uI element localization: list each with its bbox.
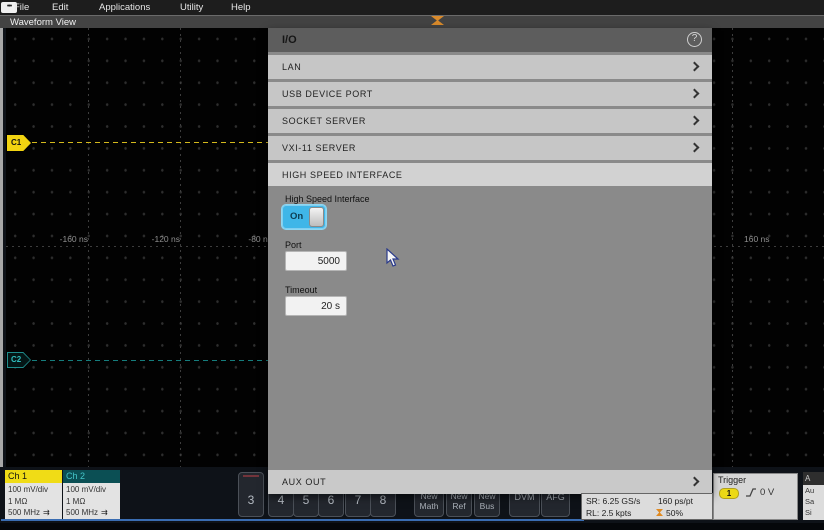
- channel-3-button[interactable]: 3: [238, 472, 264, 517]
- channel-1-marker-label: C1: [11, 135, 21, 151]
- help-icon[interactable]: ?: [687, 32, 702, 47]
- grid-line: [180, 28, 181, 467]
- menu-edit[interactable]: Edit: [52, 2, 68, 13]
- axis-tick-label: -160 ns: [46, 234, 88, 244]
- timeout-input[interactable]: 20 s: [285, 296, 347, 316]
- partial-panel-body: Au Sa Si: [803, 485, 824, 520]
- trigger-source-badge[interactable]: 1: [719, 488, 739, 499]
- rising-edge-icon: [745, 487, 757, 498]
- channel-1-badge[interactable]: Ch 1 100 mV/div 1 MΩ 500 MHz⇉: [5, 470, 62, 521]
- menu-item-usb-device-port[interactable]: USB DEVICE PORT: [268, 82, 712, 106]
- grid-line: [88, 28, 89, 467]
- menu-applications[interactable]: Applications: [99, 2, 150, 13]
- timeout-label: Timeout: [285, 285, 317, 295]
- trigger-panel-title: Trigger: [718, 475, 746, 485]
- port-input[interactable]: 5000: [285, 251, 347, 271]
- chevron-right-icon: [690, 62, 700, 72]
- chevron-right-icon: [690, 116, 700, 126]
- channel-2-marker[interactable]: C2: [7, 352, 31, 368]
- menu-item-aux-out[interactable]: AUX OUT: [268, 470, 712, 494]
- high-speed-interface-label: High Speed Interface: [285, 194, 370, 204]
- axis-tick-label: -80 ns: [230, 234, 272, 244]
- horizontal-position-icon: [656, 509, 663, 516]
- horizontal-position-value: 50%: [666, 508, 683, 518]
- channel-2-bandwidth: 500 MHz⇉: [66, 507, 117, 519]
- menu-item-lan[interactable]: LAN: [268, 55, 712, 79]
- time-per-point-value: 160 ps/pt: [658, 496, 693, 506]
- io-dialog-header[interactable]: I/O ?: [268, 28, 712, 52]
- io-dialog-title: I/O: [282, 28, 297, 52]
- axis-tick-label: 160 ns: [744, 234, 786, 244]
- probe-icon: ⇉: [43, 508, 50, 517]
- acquisition-info-panel[interactable]: SR: 6.25 GS/s RL: 2.5 kpts 160 ps/pt 50%: [581, 493, 713, 520]
- channel-1-badge-body: 100 mV/div 1 MΩ 500 MHz⇉: [5, 483, 62, 521]
- channel-1-badge-title: Ch 1: [5, 470, 62, 483]
- channel-2-scale: 100 mV/div: [66, 484, 117, 496]
- probe-icon: ⇉: [101, 508, 108, 517]
- results-bar-divider: [1, 519, 584, 521]
- trigger-panel[interactable]: Trigger 1 0 V: [713, 473, 798, 520]
- menu-item-socket-server[interactable]: SOCKET SERVER: [268, 109, 712, 133]
- channel-2-badge-title: Ch 2: [63, 470, 120, 483]
- toggle-knob[interactable]: [309, 207, 324, 227]
- trigger-level-value: 0 V: [760, 487, 774, 498]
- acquisition-partial-panel[interactable]: A Au Sa Si: [803, 472, 824, 520]
- channel-2-marker-label: C2: [11, 352, 21, 368]
- toggle-state-label: On: [290, 211, 303, 222]
- menu-item-vxi-11-server[interactable]: VXI-11 SERVER: [268, 136, 712, 160]
- waveform-view-titlebar: Waveform View: [0, 15, 824, 28]
- waveform-view-title: Waveform View: [10, 17, 76, 28]
- chevron-right-icon: [690, 477, 700, 487]
- chevron-right-icon: [690, 143, 700, 153]
- channel-1-scale: 100 mV/div: [8, 484, 59, 496]
- sample-rate-value: SR: 6.25 GS/s: [586, 496, 640, 506]
- channel-2-badge-body: 100 mV/div 1 MΩ 500 MHz⇉: [63, 483, 120, 521]
- menu-utility[interactable]: Utility: [180, 2, 203, 13]
- high-speed-interface-toggle[interactable]: On: [281, 204, 327, 230]
- io-dialog: I/O ? LAN USB DEVICE PORT SOCKET SERVER …: [268, 28, 712, 494]
- menu-bar: ••• File Edit Applications Utility Help: [0, 0, 824, 15]
- channel-1-bandwidth: 500 MHz⇉: [8, 507, 59, 519]
- channel-2-badge[interactable]: Ch 2 100 mV/div 1 MΩ 500 MHz⇉: [63, 470, 120, 521]
- menu-file[interactable]: File: [14, 2, 29, 13]
- channel-1-marker[interactable]: C1: [7, 135, 31, 151]
- channel-2-impedance: 1 MΩ: [66, 496, 117, 508]
- menu-item-high-speed-interface[interactable]: HIGH SPEED INTERFACE: [268, 163, 712, 186]
- menu-help[interactable]: Help: [231, 2, 251, 13]
- grid-line: [732, 28, 733, 467]
- axis-tick-label: -120 ns: [138, 234, 180, 244]
- channel-1-impedance: 1 MΩ: [8, 496, 59, 508]
- bottom-strip: [0, 523, 824, 530]
- chevron-right-icon: [690, 89, 700, 99]
- channel-1-baseline: [32, 142, 268, 143]
- record-length-value: RL: 2.5 kpts: [586, 508, 631, 518]
- channel-3-color-bar: [243, 475, 259, 477]
- channel-2-baseline: [32, 360, 268, 361]
- mouse-cursor: [386, 248, 400, 268]
- partial-panel-header: A: [803, 472, 824, 485]
- left-edge-strip: [0, 28, 3, 467]
- port-label: Port: [285, 240, 302, 250]
